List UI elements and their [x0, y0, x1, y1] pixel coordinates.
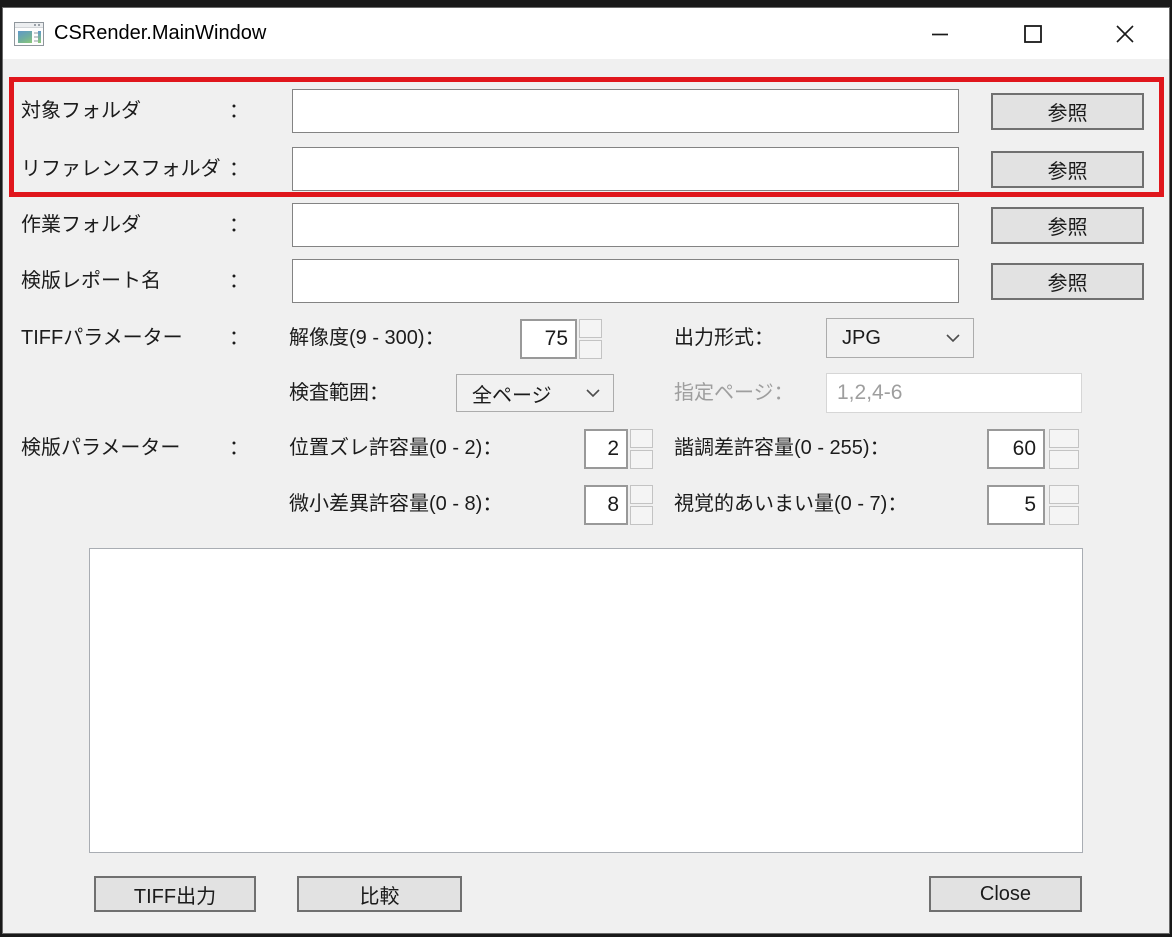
browse-button-work-folder[interactable]: 参照 [991, 207, 1144, 244]
chevron-down-icon [586, 389, 600, 398]
tiff-params-label-text: TIFFパラメーター [21, 324, 183, 352]
scan-range-label: 検査範囲： [289, 379, 389, 407]
client-area: 対象フォルダ ： 参照 リファレンスフォルダ ： 参照 作業フォルダ ： 参照 … [3, 59, 1169, 933]
visual-ambiguity-input[interactable] [987, 485, 1045, 525]
reference-folder-label-text: リファレンスフォルダ [21, 155, 221, 183]
maximize-icon [1023, 24, 1043, 44]
check-params-colon: ： [229, 434, 249, 462]
target-folder-input[interactable] [292, 89, 959, 133]
output-format-label: 出力形式： [674, 324, 774, 352]
window-title: CSRender.MainWindow [54, 22, 266, 45]
log-listbox[interactable] [89, 548, 1083, 853]
position-tolerance-spin-up-button[interactable] [630, 429, 653, 448]
position-tolerance-spin-down-button[interactable] [630, 450, 653, 469]
work-folder-colon: ： [229, 211, 249, 239]
minimize-icon [930, 24, 950, 44]
chevron-down-icon [946, 334, 960, 343]
tone-tolerance-spin-up-button[interactable] [1049, 429, 1079, 448]
app-icon-dot [38, 24, 40, 26]
position-tolerance-label: 位置ズレ許容量(0 - 2)： [289, 434, 502, 462]
target-folder-label: 対象フォルダ ： [21, 97, 249, 125]
target-folder-colon: ： [229, 97, 249, 125]
minor-diff-tolerance-label: 微小差異許容量(0 - 8)： [289, 490, 502, 518]
resolution-spin-up-button[interactable] [579, 319, 602, 338]
output-format-value: JPG [842, 327, 881, 350]
resolution-label: 解像度(9 - 300)： [289, 324, 445, 352]
reference-folder-colon: ： [229, 155, 249, 183]
visual-ambiguity-label: 視覚的あいまい量(0 - 7)： [674, 490, 907, 518]
tiff-output-button[interactable]: TIFF出力 [94, 876, 256, 912]
scan-range-value: 全ページ [472, 379, 552, 408]
tone-tolerance-spin-down-button[interactable] [1049, 450, 1079, 469]
minor-diff-tolerance-spin-up-button[interactable] [630, 485, 653, 504]
browse-button-report-name[interactable]: 参照 [991, 263, 1144, 300]
report-name-label: 検版レポート名 ： [21, 267, 249, 295]
maximize-button[interactable] [1002, 8, 1064, 59]
minimize-button[interactable] [909, 8, 971, 59]
reference-folder-input[interactable] [292, 147, 959, 191]
browse-button-target-folder[interactable]: 参照 [991, 93, 1144, 130]
target-folder-label-text: 対象フォルダ [21, 97, 141, 125]
app-icon-bar [38, 31, 41, 43]
position-tolerance-input[interactable] [584, 429, 628, 469]
app-icon-dot [34, 24, 36, 26]
close-icon [1115, 24, 1135, 44]
page-spec-label: 指定ページ： [674, 379, 794, 407]
tiff-params-label: TIFFパラメーター ： [21, 324, 249, 352]
output-format-select[interactable]: JPG [826, 318, 974, 358]
check-params-label-text: 検版パラメーター [21, 434, 180, 462]
resolution-spin-down-button[interactable] [579, 340, 602, 359]
visual-ambiguity-spin-up-button[interactable] [1049, 485, 1079, 504]
tiff-params-colon: ： [229, 324, 249, 352]
tone-tolerance-input[interactable] [987, 429, 1045, 469]
close-dialog-button[interactable]: Close [929, 876, 1082, 912]
visual-ambiguity-spin-down-button[interactable] [1049, 506, 1079, 525]
report-name-input[interactable] [292, 259, 959, 303]
resolution-input[interactable] [520, 319, 577, 359]
work-folder-label: 作業フォルダ ： [21, 211, 249, 239]
app-icon[interactable] [14, 22, 44, 46]
report-name-colon: ： [229, 267, 249, 295]
compare-button[interactable]: 比較 [297, 876, 462, 912]
title-bar[interactable]: CSRender.MainWindow [3, 8, 1169, 59]
work-folder-label-text: 作業フォルダ [21, 211, 141, 239]
report-name-label-text: 検版レポート名 [21, 267, 161, 295]
app-window: CSRender.MainWindow 対象フォルダ ： 参照 [2, 7, 1170, 934]
reference-folder-label: リファレンスフォルダ ： [21, 155, 249, 183]
scan-range-select[interactable]: 全ページ [456, 374, 614, 412]
tone-tolerance-label: 諧調差許容量(0 - 255)： [674, 434, 890, 462]
app-icon-pane [18, 31, 32, 43]
minor-diff-tolerance-input[interactable] [584, 485, 628, 525]
page-spec-input[interactable] [826, 373, 1082, 413]
browse-button-reference-folder[interactable]: 参照 [991, 151, 1144, 188]
minor-diff-tolerance-spin-down-button[interactable] [630, 506, 653, 525]
close-button[interactable] [1094, 8, 1156, 59]
check-params-label: 検版パラメーター ： [21, 434, 249, 462]
work-folder-input[interactable] [292, 203, 959, 247]
